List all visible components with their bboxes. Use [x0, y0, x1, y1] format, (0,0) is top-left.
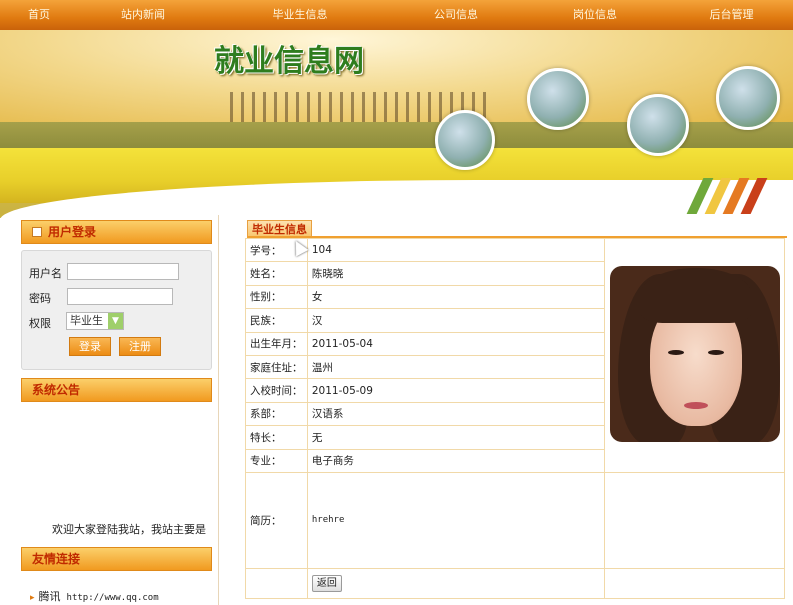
empty-cell [604, 471, 785, 569]
bullet-icon: ▸ [30, 593, 35, 603]
banner-stripes [685, 178, 780, 214]
field-value: 2011-05-04 [306, 331, 606, 356]
banner-photo-bubble [527, 68, 589, 130]
password-input[interactable] [67, 288, 173, 305]
sidebar-divider [218, 215, 219, 605]
nav-admin[interactable]: 后台管理 [670, 0, 793, 30]
banner-photo-bubble [627, 94, 689, 156]
field-value: 温州 [306, 354, 606, 380]
photo-eye [707, 349, 724, 355]
field-label: 民族： [245, 308, 308, 333]
nav-home[interactable]: 首页 [0, 0, 78, 30]
photo-cell [604, 238, 785, 473]
field-value: 无 [306, 425, 606, 450]
announcement-heading: 系统公告 [21, 378, 212, 402]
friend-link-name[interactable]: 腾讯 [39, 590, 61, 603]
field-label: 入校时间： [245, 378, 308, 403]
empty-cell [245, 567, 308, 599]
username-label: 用户名 [29, 267, 62, 280]
table-row: 返回 [245, 567, 785, 599]
friend-link-item[interactable]: ▸ 腾讯 http://www.qq.com [30, 588, 159, 604]
field-value: 陈晓晓 [306, 261, 606, 286]
student-photo [609, 265, 780, 442]
field-label: 姓名： [245, 261, 308, 286]
field-label: 系部： [245, 401, 308, 427]
top-nav: 首页 站内新闻 毕业生信息 公司信息 岗位信息 后台管理 [0, 0, 793, 30]
site-title: 就业信息网 [214, 44, 364, 79]
back-button[interactable]: 返回 [311, 574, 342, 592]
login-heading-text: 用户登录 [48, 225, 97, 239]
banner-photo-bubble [435, 110, 495, 170]
login-heading: 用户登录 [21, 220, 212, 244]
announcement-heading-text: 系统公告 [32, 383, 81, 397]
username-input[interactable] [67, 263, 179, 280]
links-heading-text: 友情连接 [32, 552, 81, 566]
field-label: 专业： [245, 448, 308, 473]
role-label: 权限 [29, 317, 51, 330]
field-value: 女 [306, 284, 606, 310]
resume-label: 简历： [245, 471, 308, 569]
login-button[interactable]: 登录 [69, 337, 111, 356]
login-heading-icon [32, 227, 42, 237]
field-value: 电子商务 [306, 448, 606, 473]
nav-jobs[interactable]: 岗位信息 [520, 0, 670, 30]
resume-value: hrehre [306, 471, 606, 569]
photo-lips [683, 401, 708, 409]
nav-news[interactable]: 站内新闻 [78, 0, 208, 30]
field-label: 特长： [245, 425, 308, 450]
resume-text: hrehre [311, 515, 345, 526]
photo-eye [667, 349, 684, 355]
announcement-text: 欢迎大家登陆我站，我站主要是 [52, 523, 206, 536]
field-label: 性别： [245, 284, 308, 310]
back-cell: 返回 [306, 567, 606, 599]
nav-graduates[interactable]: 毕业生信息 [208, 0, 392, 30]
table-row: 学号： 104 [245, 237, 785, 473]
field-value: 2011-05-09 [306, 378, 606, 403]
header-banner: 就业信息网 [0, 30, 793, 218]
graduate-info-table: 学号： 104 姓名： 陈晓晓 性别：女 民族：汉 出生年月： 2011-05-04… [245, 237, 785, 599]
role-select-value: 毕业生 [70, 314, 103, 327]
links-heading: 友情连接 [21, 547, 212, 571]
register-button[interactable]: 注册 [119, 337, 161, 356]
friend-link-url[interactable]: http://www.qq.com [67, 593, 159, 603]
photo-hair-top [639, 267, 752, 323]
banner-photo-bubble [716, 66, 780, 130]
role-select[interactable]: 毕业生 ▼ [66, 312, 124, 330]
field-value: 汉语系 [306, 401, 606, 427]
field-label: 家庭住址： [245, 354, 308, 380]
field-label: 出生年月： [245, 331, 308, 356]
field-value: 汉 [306, 308, 606, 333]
table-row: 简历： hrehre [245, 471, 785, 569]
password-label: 密码 [29, 292, 51, 305]
nav-companies[interactable]: 公司信息 [392, 0, 520, 30]
dropdown-arrow-icon[interactable]: ▼ [108, 313, 123, 329]
field-value: 104 [306, 237, 606, 263]
empty-cell [604, 567, 785, 599]
